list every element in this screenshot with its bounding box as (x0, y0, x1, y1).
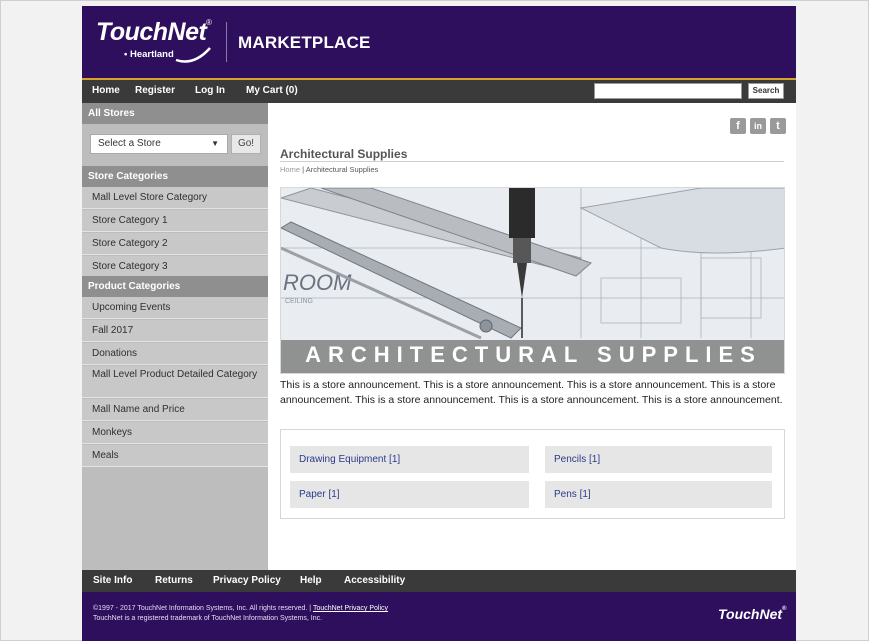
page-title: Architectural Supplies (280, 147, 408, 161)
footer-logo-text: TouchNet (718, 606, 783, 622)
footer-bottom: ©1997 - 2017 TouchNet Information System… (82, 592, 796, 641)
sidebar-item-mall-level-store-category[interactable]: Mall Level Store Category (82, 187, 268, 209)
category-grid: Drawing Equipment [1] Pencils [1] Paper … (280, 429, 785, 519)
title-divider (280, 161, 784, 162)
site-title: MARKETPLACE (238, 33, 371, 52)
breadcrumb: Home | Architectural Supplies (280, 165, 378, 174)
nav-home[interactable]: Home (92, 85, 120, 96)
breadcrumb-home-link[interactable]: Home (280, 165, 300, 174)
sidebar-item-fall-2017[interactable]: Fall 2017 (82, 320, 268, 342)
footer-logo-registered-mark: ® (782, 606, 787, 612)
nav-login[interactable]: Log In (195, 85, 225, 96)
store-select[interactable]: Select a Store ▼ (90, 134, 228, 154)
category-paper[interactable]: Paper [1] (290, 481, 529, 508)
touchnet-logo[interactable]: TouchNet ® • Heartland (94, 16, 224, 66)
footer-link-site-info[interactable]: Site Info (93, 575, 132, 586)
main-nav: Home Register Log In My Cart (0) Search (82, 78, 796, 103)
sidebar-item-monkeys[interactable]: Monkeys (82, 422, 268, 444)
sidebar-item-upcoming-events[interactable]: Upcoming Events (82, 297, 268, 319)
nav-register[interactable]: Register (135, 85, 175, 96)
touchnet-privacy-policy-link[interactable]: TouchNet Privacy Policy (313, 605, 388, 612)
store-banner: ROOM CEILING ARCHITECTURAL SUPPLIES (280, 187, 785, 374)
footer-touchnet-logo[interactable]: TouchNet® (718, 606, 786, 622)
store-categories-heading: Store Categories (82, 166, 268, 187)
page-container: TouchNet ® • Heartland MARKETPLACE Home … (82, 6, 796, 641)
sidebar-item-store-category-2[interactable]: Store Category 2 (82, 233, 268, 255)
site-header: TouchNet ® • Heartland MARKETPLACE (82, 6, 796, 78)
breadcrumb-current: Architectural Supplies (305, 165, 379, 174)
sidebar-item-store-category-3[interactable]: Store Category 3 (82, 256, 268, 278)
facebook-icon[interactable]: f (730, 118, 746, 134)
logo-swoosh-icon (175, 47, 211, 63)
twitter-icon[interactable]: t (770, 118, 786, 134)
search-button[interactable]: Search (748, 83, 784, 99)
product-categories-heading: Product Categories (82, 276, 268, 297)
go-button[interactable]: Go! (231, 134, 261, 154)
copyright-text: ©1997 - 2017 TouchNet Information System… (93, 604, 388, 624)
sidebar-item-donations[interactable]: Donations (82, 343, 268, 365)
svg-text:CEILING: CEILING (285, 298, 313, 305)
nav-my-cart[interactable]: My Cart (0) (246, 85, 298, 96)
banner-caption: ARCHITECTURAL SUPPLIES (305, 342, 762, 367)
sidebar-item-mall-name-and-price[interactable]: Mall Name and Price (82, 399, 268, 421)
logo-registered-mark: ® (206, 18, 212, 27)
footer-nav: Site Info Returns Privacy Policy Help Ac… (82, 570, 796, 592)
category-pencils[interactable]: Pencils [1] (545, 446, 772, 473)
logo-text: TouchNet (96, 18, 207, 46)
footer-link-help[interactable]: Help (300, 575, 322, 586)
sidebar-item-mall-level-product-detailed-category[interactable]: Mall Level Product Detailed Category (82, 366, 268, 398)
footer-link-returns[interactable]: Returns (155, 575, 193, 586)
trademark-line: TouchNet is a registered trademark of To… (93, 615, 323, 622)
search-input[interactable] (594, 83, 742, 99)
copyright-line: ©1997 - 2017 TouchNet Information System… (93, 605, 313, 612)
category-drawing-equipment[interactable]: Drawing Equipment [1] (290, 446, 529, 473)
footer-link-accessibility[interactable]: Accessibility (344, 575, 405, 586)
dropdown-arrow-icon: ▼ (211, 139, 219, 148)
store-announcement: This is a store announcement. This is a … (280, 379, 783, 406)
all-stores-heading: All Stores (82, 103, 268, 124)
store-select-value: Select a Store (98, 138, 161, 149)
sidebar: All Stores Select a Store ▼ Go! Store Ca… (82, 103, 268, 570)
header-divider (226, 22, 227, 62)
sidebar-item-meals[interactable]: Meals (82, 445, 268, 467)
category-pens[interactable]: Pens [1] (545, 481, 772, 508)
sidebar-item-store-category-1[interactable]: Store Category 1 (82, 210, 268, 232)
footer-link-privacy-policy[interactable]: Privacy Policy (213, 575, 281, 586)
logo-subtitle: • Heartland (124, 49, 174, 60)
linkedin-icon[interactable]: in (750, 118, 766, 134)
